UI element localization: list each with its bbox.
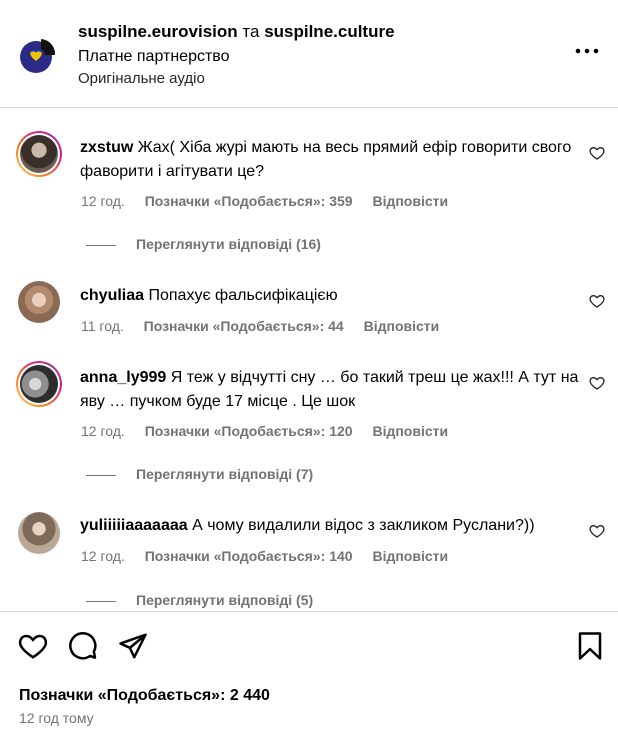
comment-username[interactable]: zxstuw xyxy=(80,139,133,156)
comment-time[interactable]: 12 год. xyxy=(81,423,125,439)
comment-text: А чому видалили відос з закликом Руслани… xyxy=(192,517,535,534)
original-audio-link[interactable]: Оригінальне аудіо xyxy=(78,69,395,89)
comment-time[interactable]: 12 год. xyxy=(81,193,125,209)
view-replies-button[interactable]: Переглянути відповіді (5) xyxy=(86,590,313,610)
share-icon[interactable] xyxy=(118,631,148,661)
comment-time[interactable]: 12 год. xyxy=(81,548,125,564)
reply-button[interactable]: Відповісти xyxy=(372,423,448,439)
more-options-icon[interactable] xyxy=(574,44,600,58)
like-comment-icon[interactable] xyxy=(589,523,605,539)
comment-likes[interactable]: Позначки «Подобається»: 120 xyxy=(145,423,353,439)
comment-meta: 12 год. Позначки «Подобається»: 120 Відп… xyxy=(81,421,464,441)
account-avatar[interactable] xyxy=(17,33,61,77)
heart-icon[interactable] xyxy=(18,631,48,661)
view-replies-label: Переглянути відповіді (5) xyxy=(136,592,314,608)
comment-username[interactable]: anna_ly999 xyxy=(80,369,166,386)
reply-button[interactable]: Відповісти xyxy=(372,548,448,564)
divider xyxy=(86,244,116,246)
comment-meta: 12 год. Позначки «Подобається»: 359 Відп… xyxy=(81,191,464,211)
comment-meta: 11 год. Позначки «Подобається»: 44 Відпо… xyxy=(81,316,455,336)
comment-body: chyuliaa Попахує фальсифікацією xyxy=(80,284,580,308)
reply-button[interactable]: Відповісти xyxy=(372,193,448,209)
like-comment-icon[interactable] xyxy=(589,145,605,161)
comment-avatar[interactable] xyxy=(18,512,60,554)
reply-button[interactable]: Відповісти xyxy=(364,318,440,334)
comment-text: Попахує фальсифікацією xyxy=(148,287,338,304)
comment-username[interactable]: chyuliaa xyxy=(80,287,144,304)
comment-time[interactable]: 11 год. xyxy=(81,318,124,334)
account-link-2[interactable]: suspilne.culture xyxy=(264,22,394,41)
view-replies-label: Переглянути відповіді (16) xyxy=(136,236,321,252)
post-timestamp: 12 год тому xyxy=(19,710,94,726)
comment-meta: 12 год. Позначки «Подобається»: 140 Відп… xyxy=(81,546,464,566)
paid-partnership-label[interactable]: Платне партнерство xyxy=(78,45,395,69)
post-likes-count[interactable]: Позначки «Подобається»: 2 440 xyxy=(19,685,270,707)
post-footer: Позначки «Подобається»: 2 440 12 год том… xyxy=(0,611,618,731)
comment-avatar[interactable] xyxy=(18,281,60,323)
like-comment-icon[interactable] xyxy=(589,293,605,309)
comment-icon[interactable] xyxy=(68,631,98,661)
post-accounts: suspilne.eurovision та suspilne.culture xyxy=(78,21,395,43)
comment-avatar[interactable] xyxy=(16,361,62,407)
comment-likes[interactable]: Позначки «Подобається»: 359 xyxy=(145,193,353,209)
comment-username[interactable]: yuliiiiiaaaaaaa xyxy=(80,517,188,534)
comment-likes[interactable]: Позначки «Подобається»: 44 xyxy=(144,318,344,334)
comment-body: yuliiiiiaaaaaaa А чому видалили відос з … xyxy=(80,514,580,538)
comment-text: Жах( Хіба журі мають на весь прямий ефір… xyxy=(80,139,572,180)
comment-body: zxstuw Жах( Хіба журі мають на весь прям… xyxy=(80,136,580,184)
post-header: suspilne.eurovision та suspilne.culture … xyxy=(0,0,618,108)
like-comment-icon[interactable] xyxy=(589,375,605,391)
view-replies-label: Переглянути відповіді (7) xyxy=(136,466,314,482)
comment-body: anna_ly999 Я теж у відчутті сну … бо так… xyxy=(80,366,580,414)
view-replies-button[interactable]: Переглянути відповіді (16) xyxy=(86,234,321,254)
view-replies-button[interactable]: Переглянути відповіді (7) xyxy=(86,464,313,484)
bookmark-icon[interactable] xyxy=(575,631,605,661)
divider xyxy=(86,600,116,602)
comment-likes[interactable]: Позначки «Подобається»: 140 xyxy=(145,548,353,564)
divider xyxy=(86,474,116,476)
accounts-joiner: та xyxy=(242,22,260,41)
account-link-1[interactable]: suspilne.eurovision xyxy=(78,22,238,41)
comment-avatar[interactable] xyxy=(16,131,62,177)
